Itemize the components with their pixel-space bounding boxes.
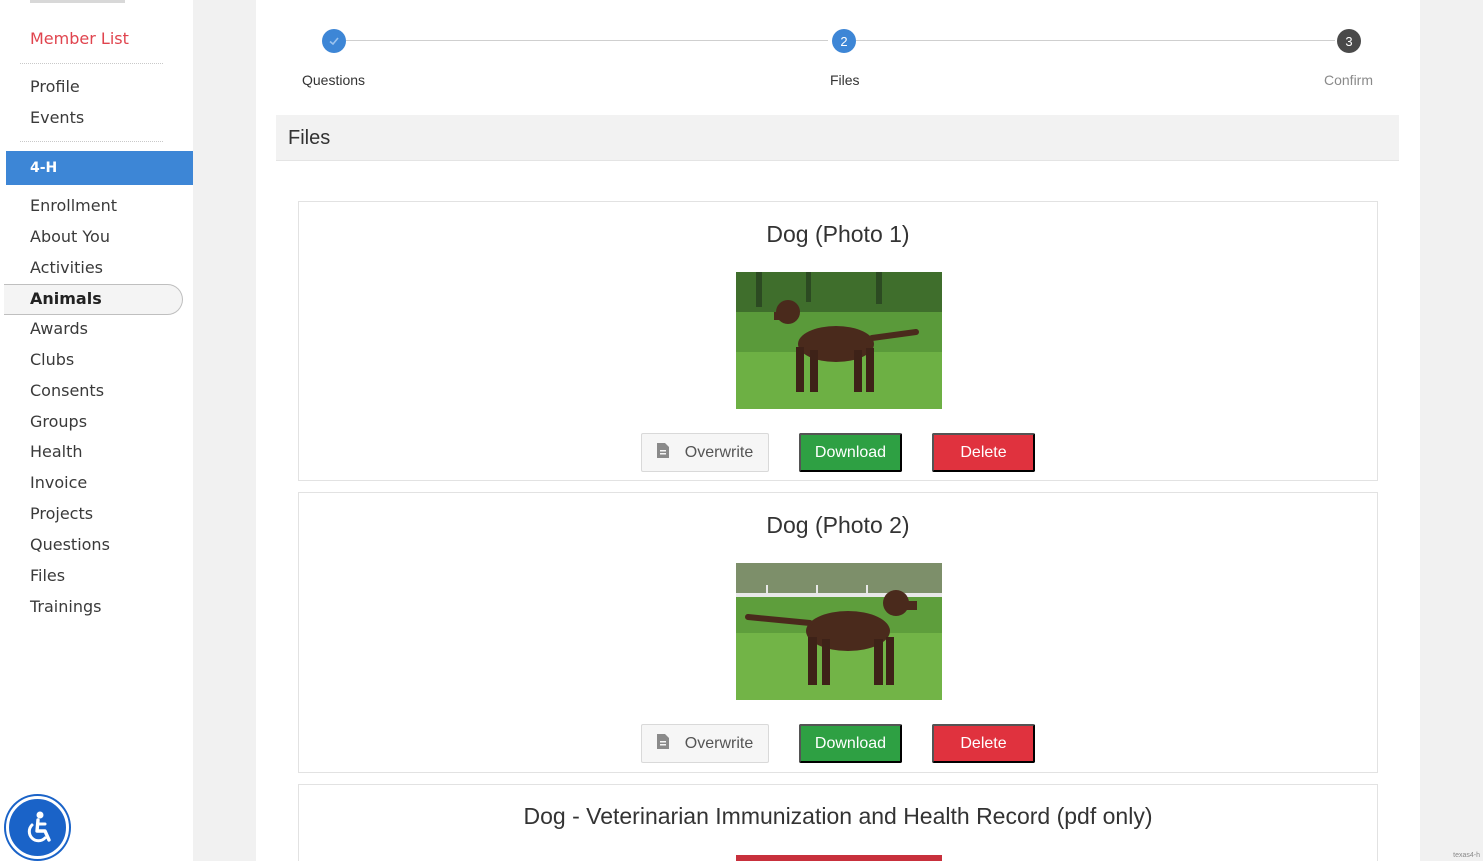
overwrite-button[interactable]: Overwrite (641, 433, 769, 472)
sidebar-item-events[interactable]: Events (30, 108, 84, 127)
step-questions-marker[interactable] (322, 29, 346, 53)
download-button[interactable]: Download (799, 724, 902, 763)
check-icon (329, 37, 339, 46)
dog-photo-2[interactable] (736, 563, 942, 700)
delete-button[interactable]: Delete (932, 724, 1035, 763)
delete-button[interactable]: Delete (932, 433, 1035, 472)
download-button[interactable]: Download (799, 433, 902, 472)
sidebar: Member List Profile Events 4-H Enrollmen… (0, 0, 193, 861)
sidebar-item-clubs[interactable]: Clubs (30, 350, 74, 369)
file-title: Dog - Veterinarian Immunization and Heal… (523, 803, 1153, 829)
sidebar-item-animals[interactable]: Animals (30, 289, 102, 308)
step-confirm-marker[interactable]: 3 (1337, 29, 1361, 53)
overwrite-label: Overwrite (684, 734, 754, 752)
dog-photo-1[interactable] (736, 272, 942, 409)
step-files-marker[interactable]: 2 (832, 29, 856, 53)
accessibility-button[interactable] (6, 796, 69, 859)
sidebar-divider (20, 63, 163, 64)
main-panel: 2 3 Questions Files Confirm Files Dog (P… (256, 0, 1420, 861)
stepper-line (346, 40, 828, 41)
stepper-line (856, 40, 1335, 41)
sidebar-item-invoice[interactable]: Invoice (30, 473, 87, 492)
file-title: Dog (Photo 1) (766, 221, 910, 247)
sidebar-top-divider (30, 0, 125, 3)
sidebar-item-groups[interactable]: Groups (30, 412, 87, 431)
file-icon (656, 733, 669, 754)
sidebar-item-projects[interactable]: Projects (30, 504, 93, 523)
sidebar-item-profile[interactable]: Profile (30, 77, 80, 96)
section-title: Files (276, 115, 1399, 161)
file-icon (656, 442, 669, 463)
step-questions-label[interactable]: Questions (302, 72, 365, 88)
file-card: Dog (Photo 1) Overwrite Download Delete (298, 201, 1378, 481)
sidebar-item-trainings[interactable]: Trainings (30, 597, 101, 616)
sidebar-item-health[interactable]: Health (30, 442, 83, 461)
pdf-upload-button[interactable] (736, 855, 942, 861)
sidebar-item-enrollment[interactable]: Enrollment (30, 196, 117, 215)
file-title: Dog (Photo 2) (766, 512, 910, 538)
file-card: Dog (Photo 2) Overwrite Download Delete (298, 492, 1378, 773)
overwrite-button[interactable]: Overwrite (641, 724, 769, 763)
footer-mark: texas4-h (1453, 852, 1480, 859)
sidebar-item-questions[interactable]: Questions (30, 535, 110, 554)
sidebar-item-about-you[interactable]: About You (30, 227, 110, 246)
sidebar-item-activities[interactable]: Activities (30, 258, 103, 277)
sidebar-item-consents[interactable]: Consents (30, 381, 104, 400)
sidebar-divider (20, 141, 163, 142)
step-files-label[interactable]: Files (830, 72, 860, 88)
step-confirm-label[interactable]: Confirm (1324, 72, 1373, 88)
sidebar-item-files[interactable]: Files (30, 566, 65, 585)
sidebar-member-list-link[interactable]: Member List (30, 29, 129, 48)
sidebar-section-4h: 4-H (6, 151, 193, 185)
overwrite-label: Overwrite (684, 443, 754, 461)
file-card: Dog - Veterinarian Immunization and Heal… (298, 784, 1378, 861)
sidebar-item-awards[interactable]: Awards (30, 319, 88, 338)
wheelchair-icon (27, 811, 51, 842)
